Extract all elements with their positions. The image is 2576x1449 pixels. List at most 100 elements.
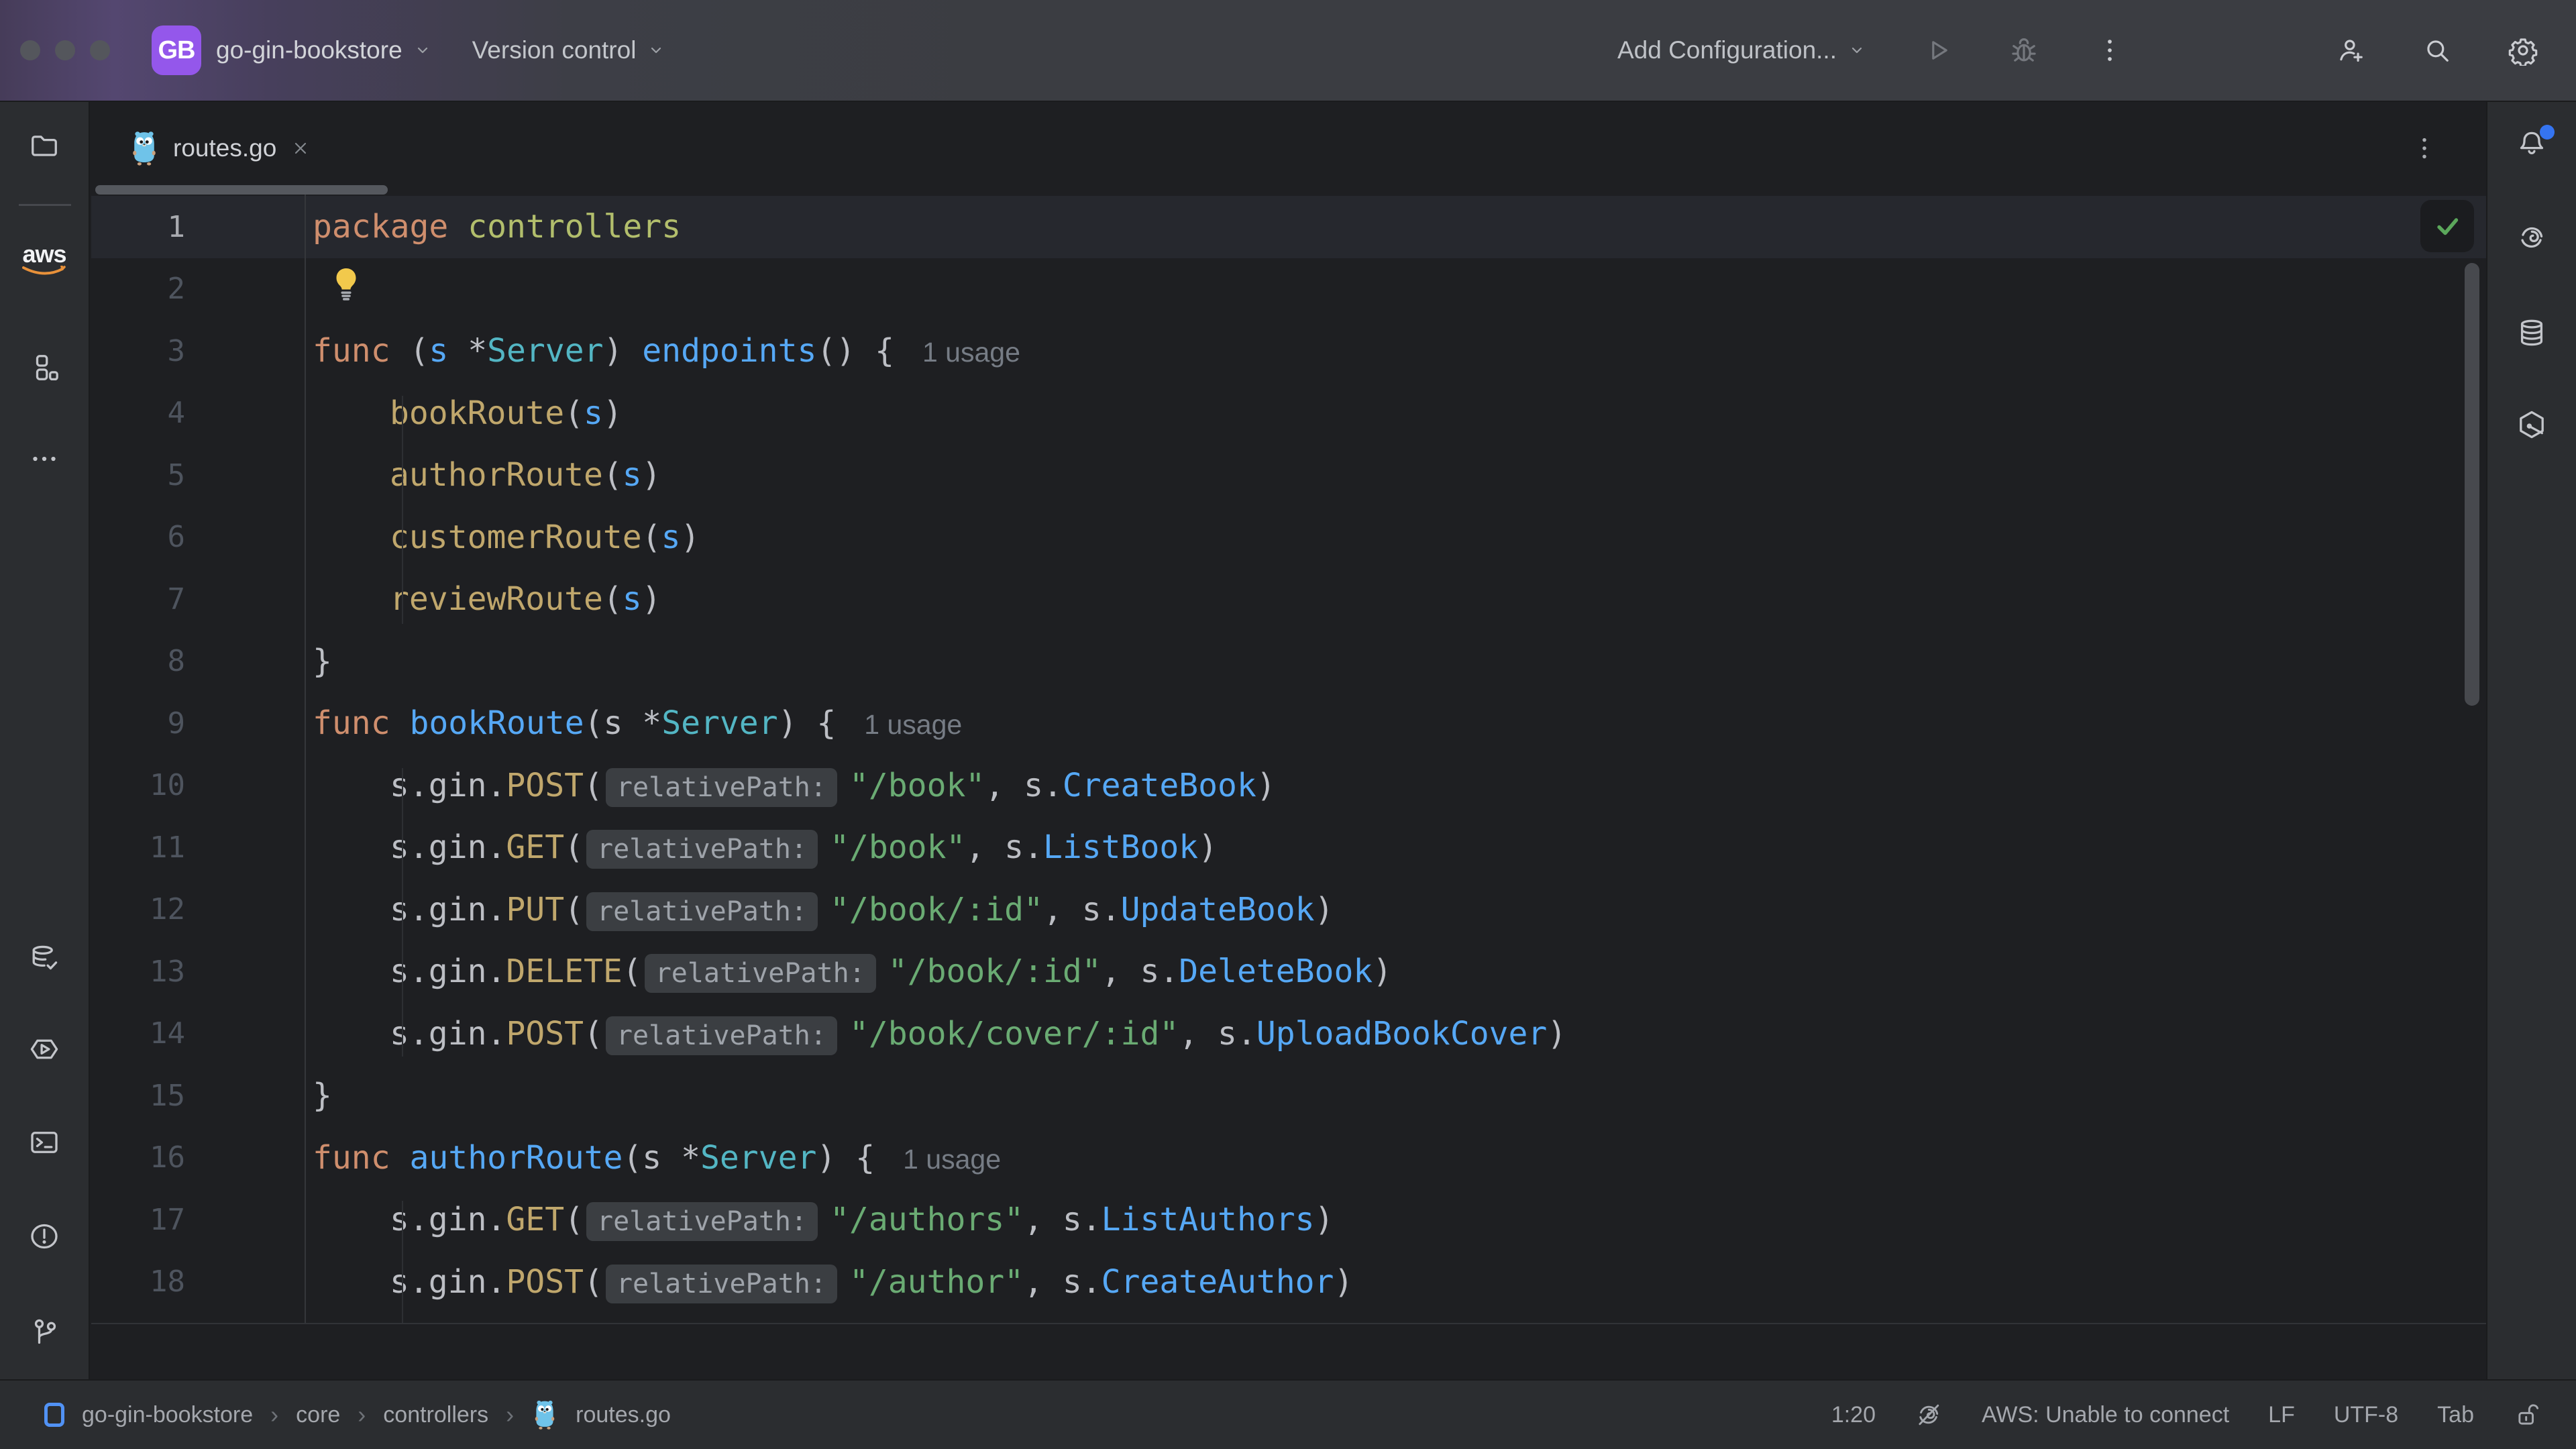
code-line-17[interactable]: 17s.gin.GET(relativePath:"/authors", s.L… — [91, 1189, 2486, 1251]
dependencies-tool-window-button[interactable] — [2516, 409, 2548, 441]
breadcrumb-item[interactable]: go-gin-bookstore — [82, 1402, 253, 1428]
line-number[interactable]: 11 — [91, 830, 305, 865]
code-token: ) — [1373, 953, 1392, 990]
code-area[interactable]: 1package controllers 2 3func (s *Server) e… — [91, 196, 2486, 1324]
more-tool-windows-button[interactable] — [28, 443, 60, 475]
usages-inlay-hint[interactable]: 1 usage — [922, 337, 1020, 368]
line-number[interactable]: 9 — [91, 706, 305, 741]
vertical-scrollbar-thumb[interactable] — [2465, 263, 2479, 706]
structure-tool-window-button[interactable] — [28, 352, 60, 384]
services-tool-window-button[interactable] — [28, 1033, 60, 1065]
line-number[interactable]: 6 — [91, 520, 305, 554]
database-tool-window-button[interactable] — [2516, 317, 2548, 349]
code-line-9[interactable]: 9func bookRoute(s *Server) {1 usage — [91, 692, 2486, 755]
line-number[interactable]: 15 — [91, 1079, 305, 1113]
code-line-content: s.gin.POST(relativePath:"/author", s.Cre… — [305, 1263, 2486, 1301]
usages-inlay-hint[interactable]: 1 usage — [903, 1144, 1001, 1175]
terminal-tool-window-button[interactable] — [28, 1126, 60, 1159]
vcs-widget[interactable]: Version control — [472, 36, 667, 64]
code-line-2[interactable]: 2 — [91, 258, 2486, 321]
code-line-13[interactable]: 13s.gin.DELETE(relativePath:"/book/:id",… — [91, 941, 2486, 1003]
editor-area: routes.go 1package controllers 2 3func (s … — [91, 102, 2486, 1379]
line-number[interactable]: 4 — [91, 396, 305, 430]
code-line-1[interactable]: 1package controllers — [91, 196, 2486, 258]
code-line-8[interactable]: 8} — [91, 631, 2486, 693]
code-line-16[interactable]: 16func authorRoute(s *Server) {1 usage — [91, 1127, 2486, 1189]
inspections-status-widget[interactable] — [2420, 200, 2474, 252]
window-close-button[interactable] — [20, 40, 40, 60]
indent-style-widget[interactable]: Tab — [2437, 1402, 2474, 1428]
line-number[interactable]: 12 — [91, 892, 305, 926]
line-separator-widget[interactable]: LF — [2268, 1402, 2295, 1428]
line-number[interactable]: 18 — [91, 1265, 305, 1299]
caret-position-widget[interactable]: 1:20 — [1831, 1402, 1876, 1428]
code-line-4[interactable]: 4bookRoute(s) — [91, 382, 2486, 445]
git-tool-window-button[interactable] — [28, 1316, 60, 1348]
aws-connection-status[interactable]: AWS: Unable to connect — [1982, 1402, 2229, 1428]
usages-inlay-hint[interactable]: 1 usage — [864, 709, 962, 740]
window-controls[interactable] — [20, 40, 110, 60]
line-number[interactable]: 1 — [91, 210, 305, 244]
code-line-15[interactable]: 15} — [91, 1065, 2486, 1127]
breadcrumb-item[interactable]: controllers — [383, 1402, 488, 1428]
line-number[interactable]: 5 — [91, 458, 305, 492]
breadcrumb-separator: › — [358, 1401, 366, 1429]
code-token: PUT — [506, 891, 564, 928]
code-token — [390, 704, 410, 742]
code-line-10[interactable]: 10s.gin.POST(relativePath:"/book", s.Cre… — [91, 755, 2486, 817]
editor-body: 1package controllers 2 3func (s *Server) e… — [91, 195, 2486, 1379]
settings-button[interactable] — [2508, 35, 2538, 66]
window-zoom-button[interactable] — [90, 40, 110, 60]
line-number[interactable]: 2 — [91, 272, 305, 306]
line-number[interactable]: 7 — [91, 582, 305, 616]
debug-button[interactable] — [2008, 35, 2039, 66]
breadcrumb-item[interactable]: routes.go — [576, 1402, 671, 1428]
run-button[interactable] — [1923, 35, 1953, 66]
title-bar: GB go-gin-bookstore Version control Add … — [0, 0, 2576, 102]
code-line-18[interactable]: 18s.gin.POST(relativePath:"/author", s.C… — [91, 1251, 2486, 1313]
code-with-me-button[interactable] — [2336, 35, 2367, 66]
ai-assistant-tool-window-button[interactable] — [2516, 221, 2548, 254]
code-line-7[interactable]: 7reviewRoute(s) — [91, 568, 2486, 631]
line-number[interactable]: 16 — [91, 1140, 305, 1175]
left-tool-window-stripe: aws — [0, 102, 90, 1379]
code-token: } — [313, 1077, 332, 1114]
code-token: CreateAuthor — [1102, 1263, 1334, 1301]
project-tool-window-button[interactable] — [28, 129, 60, 161]
window-minimize-button[interactable] — [55, 40, 75, 60]
project-widget[interactable]: go-gin-bookstore — [216, 36, 433, 64]
code-line-14[interactable]: 14s.gin.POST(relativePath:"/book/cover/:… — [91, 1003, 2486, 1065]
close-tab-icon[interactable] — [290, 138, 311, 159]
tab-routes-go[interactable]: routes.go — [91, 102, 341, 195]
code-token: CreateBook — [1063, 767, 1256, 804]
line-number[interactable]: 3 — [91, 334, 305, 368]
line-number[interactable]: 13 — [91, 955, 305, 989]
run-configuration-selector[interactable]: Add Configuration... — [1617, 36, 1868, 64]
line-number[interactable]: 14 — [91, 1016, 305, 1051]
line-number[interactable]: 10 — [91, 768, 305, 802]
tab-options-button[interactable] — [2410, 133, 2439, 163]
code-line-12[interactable]: 12s.gin.PUT(relativePath:"/book/:id", s.… — [91, 879, 2486, 941]
aws-toolkit-button[interactable]: aws — [21, 243, 68, 281]
breadcrumb-item[interactable]: core — [296, 1402, 340, 1428]
code-line-11[interactable]: 11s.gin.GET(relativePath:"/book", s.List… — [91, 816, 2486, 879]
code-line-content: s.gin.DELETE(relativePath:"/book/:id", s… — [305, 953, 2486, 990]
encoding-widget[interactable]: UTF-8 — [2334, 1402, 2398, 1428]
project-badge[interactable]: GB — [152, 25, 201, 75]
code-line-5[interactable]: 5authorRoute(s) — [91, 444, 2486, 506]
code-line-3[interactable]: 3func (s *Server) endpoints() {1 usage — [91, 320, 2486, 382]
parameter-hint: relativePath: — [606, 1265, 837, 1303]
problems-tool-window-button[interactable] — [28, 1220, 60, 1252]
search-everywhere-button[interactable] — [2422, 35, 2453, 66]
more-actions-button[interactable] — [2094, 35, 2125, 66]
code-token: authorRoute — [390, 456, 603, 494]
line-number[interactable]: 17 — [91, 1203, 305, 1237]
ai-assistant-disabled-icon[interactable] — [1915, 1401, 1943, 1429]
code-token: Server — [487, 332, 603, 370]
database-changes-tool-window-button[interactable] — [28, 943, 60, 975]
line-number[interactable]: 8 — [91, 644, 305, 678]
file-writable-icon[interactable] — [2513, 1401, 2541, 1429]
intention-bulb-icon[interactable] — [329, 266, 364, 305]
active-tab-indicator — [95, 185, 388, 195]
code-line-6[interactable]: 6customerRoute(s) — [91, 506, 2486, 569]
